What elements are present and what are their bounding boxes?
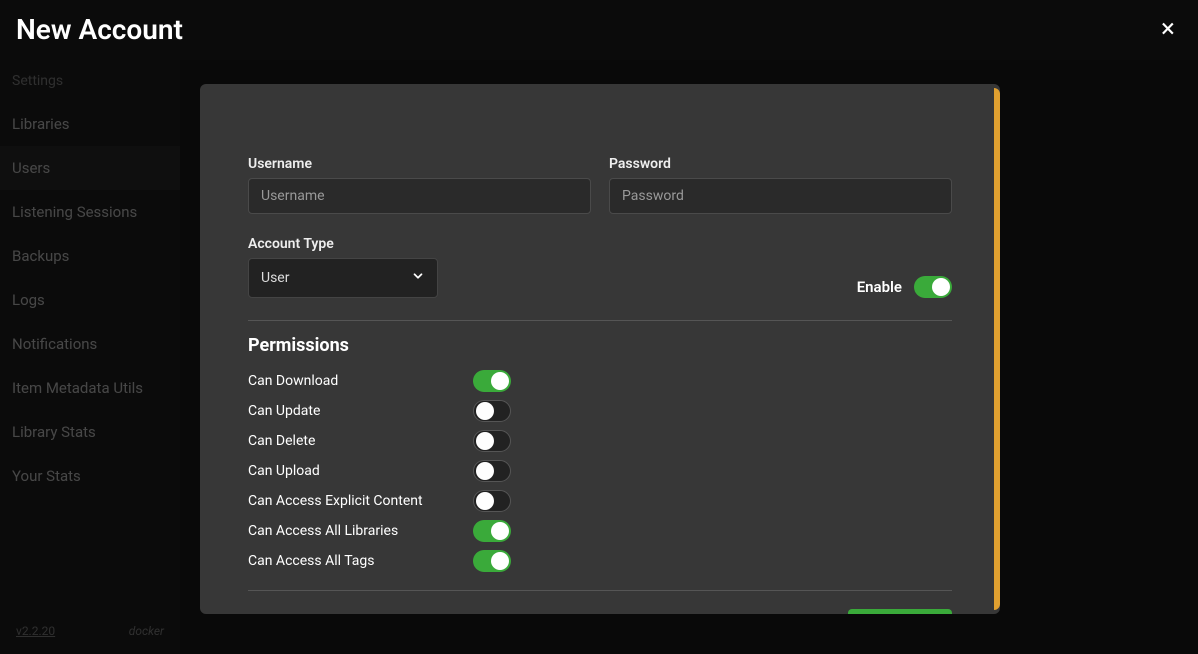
permission-toggle[interactable] (473, 430, 511, 452)
permission-row: Can Delete (248, 426, 952, 456)
password-label: Password (609, 156, 952, 172)
permission-row: Can Upload (248, 456, 952, 486)
username-label: Username (248, 156, 591, 172)
permission-row: Can Access All Tags (248, 546, 952, 576)
modal-body: Username Password Account Type User (200, 84, 1000, 614)
enable-wrap: Enable (857, 276, 952, 298)
modal-titlebar: New Account × (0, 0, 1198, 58)
permission-label: Can Download (248, 373, 473, 389)
permission-row: Can Access Explicit Content (248, 486, 952, 516)
account-type-row: Account Type User Enable (248, 236, 952, 298)
submit-button[interactable]: Submit (848, 609, 952, 614)
submit-row: Submit (248, 609, 952, 614)
password-input[interactable] (609, 178, 952, 214)
divider (248, 320, 952, 321)
new-account-modal: Username Password Account Type User (200, 84, 1000, 614)
permission-label: Can Delete (248, 433, 473, 449)
permission-toggle[interactable] (473, 550, 511, 572)
credentials-row: Username Password (248, 156, 952, 214)
permission-row: Can Access All Libraries (248, 516, 952, 546)
scrollbar[interactable] (994, 88, 1000, 610)
permissions-list: Can Download Can Update Can Delete Can Uplo… (248, 366, 952, 576)
permission-toggle[interactable] (473, 490, 511, 512)
modal-title: New Account (16, 13, 183, 46)
username-input[interactable] (248, 178, 591, 214)
permission-toggle[interactable] (473, 370, 511, 392)
divider (248, 590, 952, 591)
permission-label: Can Update (248, 403, 473, 419)
permission-toggle[interactable] (473, 400, 511, 422)
permission-label: Can Access All Tags (248, 553, 473, 569)
permission-toggle[interactable] (473, 520, 511, 542)
account-type-select[interactable]: User (248, 258, 438, 298)
chevron-down-icon (411, 269, 425, 287)
password-col: Password (609, 156, 952, 214)
permission-row: Can Update (248, 396, 952, 426)
account-type-col: Account Type User (248, 236, 438, 298)
permission-label: Can Upload (248, 463, 473, 479)
enable-label: Enable (857, 278, 902, 296)
username-col: Username (248, 156, 591, 214)
account-type-label: Account Type (248, 236, 438, 252)
permissions-title: Permissions (248, 335, 952, 356)
permission-row: Can Download (248, 366, 952, 396)
permission-label: Can Access All Libraries (248, 523, 473, 539)
permission-toggle[interactable] (473, 460, 511, 482)
account-type-value: User (261, 270, 289, 286)
enable-toggle[interactable] (914, 276, 952, 298)
close-icon[interactable]: × (1154, 15, 1182, 43)
permission-label: Can Access Explicit Content (248, 493, 473, 509)
app-root: Settings Libraries Users Listening Sessi… (0, 0, 1198, 654)
